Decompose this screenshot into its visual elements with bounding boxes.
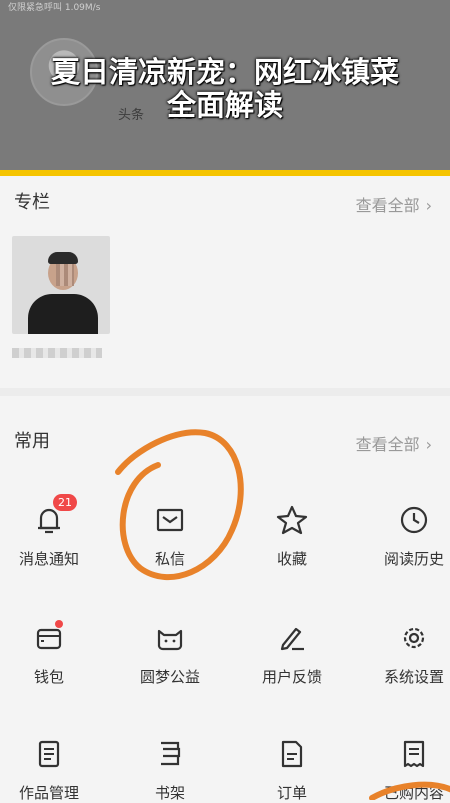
document-list-icon [29, 734, 69, 774]
grid-item-label: 圆梦公益 [139, 668, 200, 686]
cat-face-icon [150, 618, 190, 658]
grid-item-label: 系统设置 [383, 668, 444, 686]
column-name-blurred [12, 348, 102, 358]
chevron-right-icon: › [425, 435, 432, 454]
headline-line-1: 夏日清凉新宠：网红冰镇菜 [50, 55, 399, 89]
new-dot-indicator [55, 620, 63, 628]
grid-item-label: 私信 [154, 550, 185, 568]
columns-view-all-link[interactable]: 查看全部 › [356, 192, 432, 216]
grid-item-bookshelf[interactable]: 书架 [114, 734, 226, 803]
grid-item-messages[interactable]: 私信 [114, 500, 226, 569]
headline-line-2: 全面解读 [166, 88, 283, 122]
grid-item-settings[interactable]: 系统设置 [358, 618, 450, 687]
grid-item-label: 用户反馈 [261, 668, 322, 686]
wallet-icon [29, 618, 69, 658]
bookshelf-icon [150, 734, 190, 774]
person-body [28, 294, 98, 334]
column-card-thumbnail[interactable] [12, 236, 110, 334]
blurred-face [56, 264, 74, 286]
grid-item-label: 收藏 [276, 550, 307, 568]
view-all-label: 查看全部 [355, 435, 420, 454]
receipt-icon [394, 734, 434, 774]
grid-item-label: 阅读历史 [383, 550, 444, 568]
grid-item-orders[interactable]: 订单 [236, 734, 348, 803]
common-title: 常用 [14, 431, 50, 452]
profile-header: 仅限紧急呼叫 1.09M/s 头条 101 夏日清凉新宠：网红冰镇菜 全面解读 [0, 0, 450, 170]
notification-badge: 21 [53, 494, 77, 511]
grid-item-wallet[interactable]: 钱包 [0, 618, 105, 687]
grid-item-charity[interactable]: 圆梦公益 [114, 618, 226, 687]
gear-icon [394, 618, 434, 658]
star-icon [272, 500, 312, 540]
grid-item-reading-history[interactable]: 阅读历史 [358, 500, 450, 569]
columns-title: 专栏 [14, 192, 50, 213]
envelope-icon [150, 500, 190, 540]
person-hair [48, 252, 78, 264]
status-bar: 仅限紧急呼叫 1.09M/s [8, 3, 101, 13]
grid-item-feedback[interactable]: 用户反馈 [236, 618, 348, 687]
accent-band [0, 170, 450, 176]
clock-icon [394, 500, 434, 540]
pencil-icon [272, 618, 312, 658]
order-doc-icon [272, 734, 312, 774]
bell-icon: 21 [29, 494, 77, 540]
grid-item-purchased[interactable]: 已购内容 [358, 734, 450, 803]
article-headline: 夏日清凉新宠：网红冰镇菜 全面解读 [0, 56, 450, 122]
chevron-right-icon: › [425, 196, 432, 215]
grid-item-label: 钱包 [33, 668, 64, 686]
view-all-label: 查看全部 [355, 196, 420, 215]
grid-item-notifications[interactable]: 21 消息通知 [0, 494, 105, 569]
grid-item-favorites[interactable]: 收藏 [236, 500, 348, 569]
grid-item-label: 消息通知 [18, 550, 79, 568]
common-view-all-link[interactable]: 查看全部 › [356, 431, 432, 455]
grid-item-works[interactable]: 作品管理 [0, 734, 105, 803]
section-divider [0, 388, 450, 396]
